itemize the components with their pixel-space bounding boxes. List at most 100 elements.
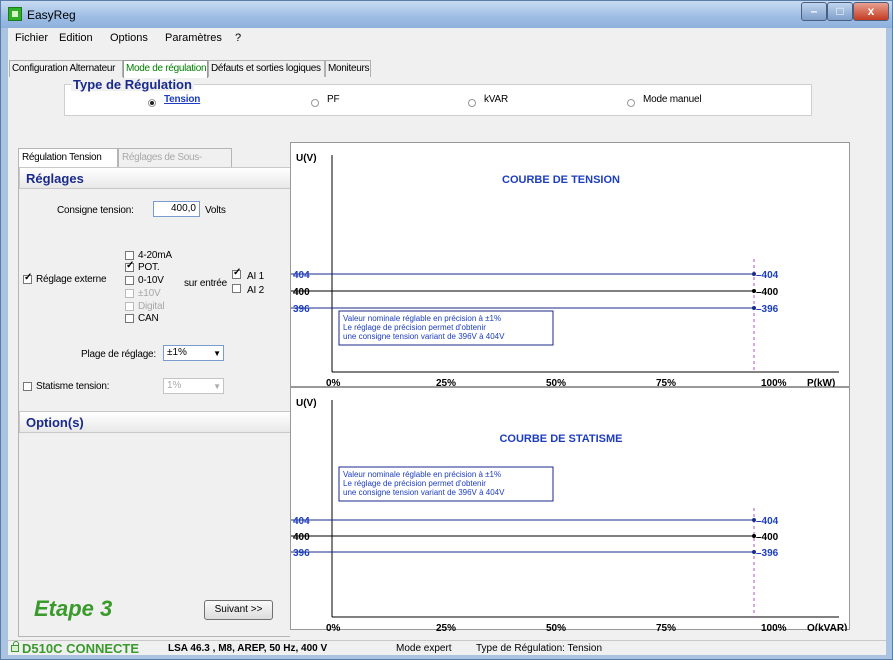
chevron-down-icon: ▼ — [213, 382, 221, 391]
series-label-left-400: 400 — [293, 287, 310, 298]
info-box-line: Valeur nominale réglable en précision à … — [343, 470, 501, 479]
setpoint-unit: Volts — [205, 205, 226, 216]
radio-pf-label: PF — [327, 94, 340, 105]
radio-kvar-label: kVAR — [484, 94, 509, 105]
radio-kvar[interactable]: kVAR — [468, 94, 508, 117]
source-pot-label: POT. — [138, 262, 160, 273]
radio-dot-icon — [627, 99, 635, 107]
title-bar[interactable]: EasyReg – □ x — [1, 1, 892, 28]
series-label-left-396: 396 — [293, 548, 310, 559]
radio-tension[interactable]: Tension — [148, 94, 200, 117]
y-axis-label: U(V) — [296, 153, 317, 164]
droop-select-value: 1% — [167, 380, 182, 391]
droop-checkbox[interactable] — [23, 382, 32, 391]
input-ai1-label: AI 1 — [247, 271, 264, 282]
tab-regulation-tension[interactable]: Régulation Tension — [18, 148, 118, 167]
source-0-10v-label: 0-10V — [138, 275, 164, 286]
menu-bar: Fichier Edition Options Paramètres ? — [8, 28, 886, 48]
input-ai2-checkbox[interactable] — [232, 284, 241, 293]
droop-select: 1% ▼ — [163, 378, 224, 394]
status-bar: D510C CONNECTE LSA 46.3 , M8, AREP, 50 H… — [8, 640, 886, 656]
radio-mode-manuel-label: Mode manuel — [643, 94, 702, 105]
radio-mode-manuel[interactable]: Mode manuel — [627, 94, 702, 117]
radio-tension-label: Tension — [164, 94, 201, 105]
series-label-left-400: 400 — [293, 532, 310, 543]
input-ai2-label: AI 2 — [247, 285, 264, 296]
tab-reglages-sous-vitesse[interactable]: Réglages de Sous-Vitesse — [118, 148, 232, 180]
tab-defauts-sorties[interactable]: Défauts et sorties logiques — [208, 60, 325, 77]
series-label-left-396: 396 — [293, 304, 310, 315]
app-logo-icon — [8, 7, 22, 21]
minimize-button[interactable]: – — [801, 2, 827, 21]
series-label-right-404: –404 — [756, 270, 779, 281]
y-axis-label: U(V) — [296, 398, 317, 409]
maximize-button[interactable]: □ — [827, 2, 853, 21]
lock-icon — [11, 641, 19, 652]
radio-dot-icon — [468, 99, 476, 107]
radio-pf[interactable]: PF — [311, 94, 340, 117]
setpoint-label: Consigne tension: — [57, 205, 134, 216]
source-0-10v-checkbox[interactable] — [125, 276, 134, 285]
x-tick-label: 25% — [436, 623, 456, 631]
series-label-right-404: –404 — [756, 516, 779, 527]
radio-dot-icon — [311, 99, 319, 107]
menu-help[interactable]: ? — [235, 32, 241, 44]
menu-edition[interactable]: Edition — [59, 32, 93, 44]
tab-moniteurs[interactable]: Moniteurs — [325, 60, 371, 77]
droop-chart-panel: U(V) Q(kVAR) COURBE DE STATISME 0% 25% 50% 75%… — [290, 387, 850, 631]
source-4-20ma-label: 4-20mA — [138, 250, 172, 261]
input-label: sur entrée — [184, 278, 228, 289]
chart-title: COURBE DE STATISME — [499, 433, 622, 445]
input-ai1-checkbox[interactable] — [232, 267, 241, 279]
info-box-line: Le réglage de précision permet d'obtenir — [343, 479, 486, 488]
range-select[interactable]: ±1% ▼ — [163, 345, 224, 361]
source-can-checkbox[interactable] — [125, 314, 134, 323]
machine-info: LSA 46.3 , M8, AREP, 50 Hz, 400 V — [168, 643, 328, 654]
external-setting-checkbox[interactable] — [23, 272, 32, 284]
external-setting-label: Réglage externe — [36, 274, 107, 285]
tab-configuration-alternateur[interactable]: Configuration Alternateur — [9, 60, 123, 77]
regulation-status: Type de Régulation: Tension — [476, 643, 603, 654]
voltage-chart: U(V)P(kW)COURBE DE TENSION0% 25% 50% 75% 100… — [291, 153, 839, 388]
source-pm10v-checkbox — [125, 289, 134, 298]
radio-dot-icon — [148, 99, 156, 107]
x-tick-label: 50% — [546, 623, 566, 631]
series-label-right-400: –400 — [756, 287, 779, 298]
step-label: Etape 3 — [34, 596, 113, 621]
range-select-value: ±1% — [167, 347, 187, 358]
series-label-right-400: –400 — [756, 532, 779, 543]
source-4-20ma-checkbox[interactable] — [125, 251, 134, 260]
droop-chart: U(V) Q(kVAR) COURBE DE STATISME 0% 25% 50% 75%… — [291, 398, 847, 631]
series-label-left-404: 404 — [293, 516, 310, 527]
info-box-line: Le réglage de précision permet d'obtenir — [343, 323, 486, 332]
x-tick-label: 0% — [326, 623, 341, 631]
settings-panel: Réglages Consigne tension: 400,0 Volts R… — [18, 167, 291, 637]
setpoint-input[interactable]: 400,0 — [153, 201, 200, 217]
x-tick-label: 75% — [656, 623, 676, 631]
info-box-line: Valeur nominale réglable en précision à … — [343, 314, 501, 323]
series-label-right-396: –396 — [756, 304, 779, 315]
source-digital-label: Digital — [138, 301, 165, 312]
x-axis-label: Q(kVAR) — [807, 623, 847, 631]
source-can-label: CAN — [138, 313, 159, 324]
voltage-chart-panel: U(V) P(kW) COURBE DE TENSION 0% 25% 50% 75% 100… — [290, 142, 850, 388]
menu-fichier[interactable]: Fichier — [15, 32, 48, 44]
close-button[interactable]: x — [853, 2, 889, 21]
next-button[interactable]: Suivant >> — [204, 600, 273, 620]
info-box-line: une consigne tension variant de 396V à 4… — [343, 488, 505, 497]
info-box-line: une consigne tension variant de 396V à 4… — [343, 332, 505, 341]
series-label-right-396: –396 — [756, 548, 779, 559]
mode-status: Mode expert — [396, 643, 452, 654]
client-area: Fichier Edition Options Paramètres ? Con… — [8, 28, 886, 656]
x-tick-label: 100% — [761, 623, 787, 631]
section-reglages-header[interactable]: Réglages — [19, 167, 291, 189]
chevron-down-icon: ▼ — [213, 349, 221, 358]
range-label: Plage de réglage: — [81, 349, 156, 360]
menu-options[interactable]: Options — [110, 32, 148, 44]
series-label-left-404: 404 — [293, 270, 310, 281]
regulation-type-title: Type de Régulation — [71, 77, 194, 92]
source-pot-checkbox[interactable] — [125, 260, 134, 272]
tab-mode-regulation[interactable]: Mode de régulation — [123, 60, 208, 78]
section-options-header[interactable]: Option(s) — [19, 411, 291, 433]
menu-parametres[interactable]: Paramètres — [165, 32, 222, 44]
